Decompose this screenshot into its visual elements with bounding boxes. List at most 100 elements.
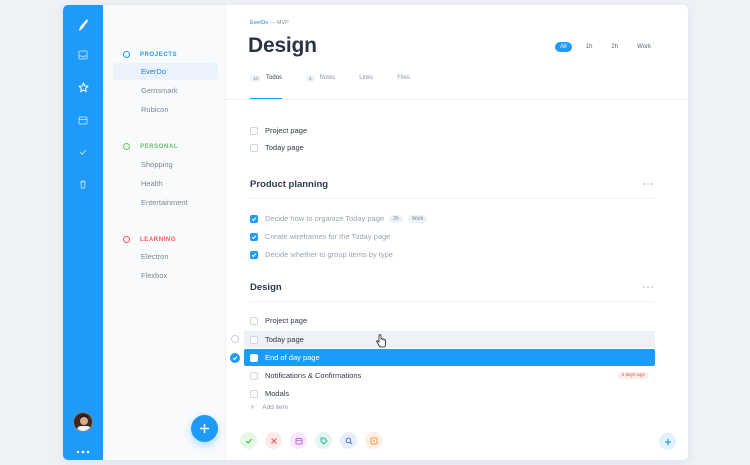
filter-1h[interactable]: 1h — [581, 42, 598, 52]
todo-item[interactable]: Decide whether to group items by type — [250, 246, 655, 263]
tab-links[interactable]: Links — [359, 75, 373, 99]
todo-checkbox[interactable] — [250, 371, 258, 380]
delete-icon — [270, 437, 277, 444]
select-ring-icon[interactable] — [231, 335, 239, 343]
tab-notes[interactable]: 3 Notes — [306, 75, 335, 99]
todo-item[interactable]: Project page — [250, 312, 655, 329]
sidebar-item-entertainment[interactable]: Entertainment — [113, 194, 218, 211]
filter-all[interactable]: All — [555, 42, 572, 52]
sidebar-item-rubicon[interactable]: Rubicon — [113, 101, 218, 118]
todo-checkbox[interactable] — [250, 316, 258, 325]
tag-badge[interactable]: Work — [407, 214, 428, 223]
todo-checkbox[interactable] — [250, 126, 258, 135]
move-icon — [370, 437, 377, 444]
breadcrumb-page[interactable]: MVP — [277, 20, 289, 26]
move-button[interactable] — [365, 432, 382, 449]
add-project-button[interactable] — [191, 415, 218, 442]
avatar[interactable] — [73, 412, 93, 432]
todo-item-hover[interactable]: Today page — [244, 331, 655, 348]
quick-add-button[interactable] — [659, 433, 676, 450]
sidebar-item-electron[interactable]: Electron — [113, 248, 218, 265]
todo-text: Project page — [265, 126, 308, 135]
calendar-icon — [295, 437, 302, 444]
sidebar-item-flexbox[interactable]: Flexbox — [113, 267, 218, 284]
section-header-personal: PERSONAL — [123, 143, 178, 150]
todo-checkbox[interactable] — [250, 389, 258, 398]
projects-ring-icon — [123, 51, 130, 58]
trash-icon[interactable] — [76, 177, 90, 191]
tab-count: 3 — [306, 75, 315, 82]
group-divider — [250, 301, 655, 302]
tab-todos[interactable]: 10 Todos — [250, 75, 283, 99]
action-toolbar — [240, 432, 390, 449]
todo-text: Modals — [265, 389, 290, 398]
todo-text: Today page — [265, 143, 304, 152]
todo-checkbox[interactable] — [250, 232, 258, 241]
search-icon — [345, 437, 352, 444]
section-title: LEARNING — [140, 236, 177, 243]
section-title: PROJECTS — [140, 51, 178, 58]
tag-badge[interactable]: 2h — [389, 214, 403, 223]
time-filters: All 1h 2h Work — [546, 42, 656, 52]
sidebar-item-everdo[interactable]: EverDo — [113, 63, 218, 80]
todo-item[interactable]: Project page — [250, 122, 655, 139]
todo-text: Decide whether to group items by type — [265, 250, 393, 259]
section-title: PERSONAL — [140, 143, 179, 150]
check-icon[interactable] — [76, 145, 90, 159]
todo-checkbox[interactable] — [250, 143, 258, 152]
hand-cursor-icon — [376, 334, 386, 348]
app-window: PROJECTS EverDo Gemsmark Rubicon PERSONA… — [63, 5, 688, 460]
personal-ring-icon — [123, 143, 130, 150]
learning-ring-icon — [123, 236, 130, 243]
plus-icon — [200, 424, 209, 433]
tag-button[interactable] — [315, 432, 332, 449]
project-sidebar: PROJECTS EverDo Gemsmark Rubicon PERSONA… — [103, 5, 226, 460]
sidebar-item-shopping[interactable]: Shopping — [113, 156, 218, 173]
sidebar-item-health[interactable]: Health — [113, 175, 218, 192]
logo-feather-icon[interactable] — [76, 18, 90, 32]
add-item-label: Add item — [262, 403, 288, 411]
todo-checkbox[interactable] — [250, 353, 258, 362]
todo-item-selected[interactable]: End of day page — [244, 349, 655, 366]
plus-icon: + — [250, 402, 256, 412]
icon-rail — [63, 5, 103, 460]
group-divider — [250, 198, 655, 199]
add-item-button[interactable]: + Add item — [250, 402, 288, 412]
todo-checkbox[interactable] — [250, 250, 258, 259]
todo-item[interactable]: Notifications & Confirmations 2 days ago — [250, 367, 655, 384]
sidebar-item-gemsmark[interactable]: Gemsmark — [113, 82, 218, 99]
tab-label: Links — [359, 75, 374, 81]
tab-label: Todos — [266, 75, 283, 81]
todo-checkbox[interactable] — [250, 214, 258, 223]
page-title: Design — [248, 34, 317, 57]
todo-item[interactable]: Today page — [250, 139, 655, 156]
star-icon[interactable] — [76, 80, 90, 94]
complete-icon — [245, 438, 252, 444]
breadcrumb-project[interactable]: EverDo — [250, 20, 268, 26]
todo-item[interactable]: Modals — [250, 385, 655, 402]
filter-2h[interactable]: 2h — [606, 42, 623, 52]
search-button[interactable] — [340, 432, 357, 449]
todo-item[interactable]: Decide how to organize Today page 2h Wor… — [250, 210, 655, 227]
check-icon — [251, 216, 257, 221]
selected-check-icon[interactable] — [230, 353, 240, 363]
main-panel: EverDo — MVP Design All 1h 2h Work 10 To… — [226, 5, 688, 460]
more-icon[interactable] — [641, 284, 655, 290]
tab-files[interactable]: Files — [397, 75, 410, 99]
due-badge: 2 days ago — [617, 372, 649, 379]
filter-work[interactable]: Work — [632, 42, 656, 52]
delete-button[interactable] — [265, 432, 282, 449]
calendar-icon[interactable] — [76, 113, 90, 127]
tabs-divider — [226, 99, 688, 100]
schedule-button[interactable] — [290, 432, 307, 449]
todo-text: Project page — [265, 316, 308, 325]
more-icon[interactable] — [75, 442, 91, 454]
inbox-icon[interactable] — [76, 48, 90, 62]
tab-label: Files — [397, 75, 410, 81]
complete-button[interactable] — [240, 432, 257, 449]
more-icon[interactable] — [641, 181, 655, 187]
todo-text: End of day page — [265, 353, 320, 362]
todo-item[interactable]: Create wireframes for the Today page — [250, 228, 655, 245]
todo-checkbox[interactable] — [250, 335, 258, 344]
tag-icon — [320, 437, 328, 445]
